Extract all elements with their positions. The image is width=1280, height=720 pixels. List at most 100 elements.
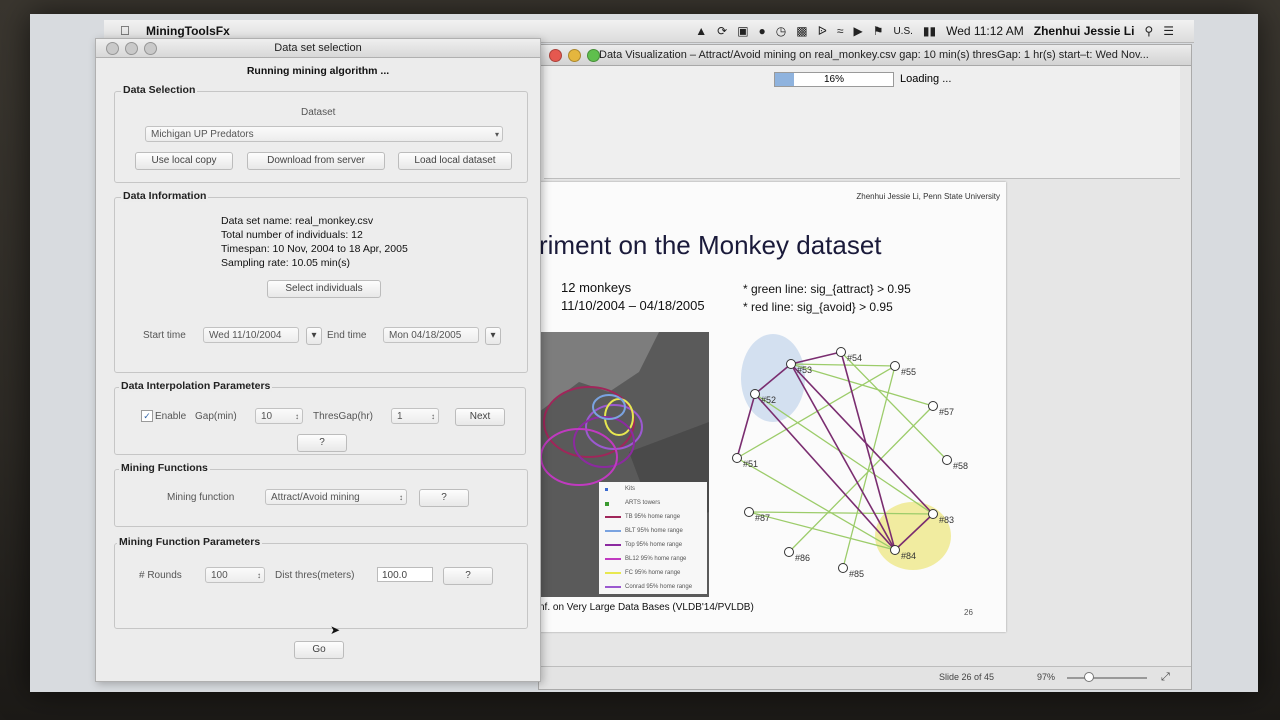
slide-bullet-1: 12 monkeys: [561, 280, 632, 295]
minimize-button[interactable]: [568, 49, 581, 62]
mining-params-help-button[interactable]: ?: [443, 567, 493, 585]
network-node: [838, 563, 848, 573]
network-node-label: #83: [939, 515, 954, 525]
volume-icon[interactable]: ▶: [853, 24, 862, 38]
use-local-copy-button[interactable]: Use local copy: [135, 152, 233, 170]
dataset-select[interactable]: Michigan UP Predators ▾: [145, 126, 503, 142]
status-area: ▲ ⟳ ▣ ● ◷ ▩ ᐉ ≈ ▶ ⚑ U.S. ▮▮ Wed 11:12 AM…: [695, 24, 1174, 38]
user-name[interactable]: Zhenhui Jessie Li: [1034, 24, 1135, 38]
loading-label: Loading ...: [900, 73, 952, 85]
start-time-field[interactable]: Wed 11/10/2004: [203, 327, 299, 343]
interpolation-help-button[interactable]: ?: [297, 434, 347, 452]
input-source-flag-icon[interactable]: ⚑: [873, 24, 884, 38]
chevron-down-icon: ▾: [494, 130, 499, 139]
drive-icon[interactable]: ▲: [695, 24, 707, 38]
load-local-dataset-button[interactable]: Load local dataset: [398, 152, 512, 170]
go-button[interactable]: Go: [294, 641, 344, 659]
network-node-label: #51: [743, 459, 758, 469]
battery-icon[interactable]: ▮▮: [923, 24, 936, 38]
mining-functions-title: Mining Functions: [119, 462, 210, 474]
stepper-icon: ↕: [431, 412, 435, 421]
individuals-count-info: Total number of individuals: 12: [221, 229, 363, 241]
slide-counter: Slide 26 of 45: [939, 672, 995, 682]
network-node: [732, 453, 742, 463]
map-legend: Kits ARTS towers TB 95% home range BLT 9…: [599, 482, 707, 594]
close-button[interactable]: [549, 49, 562, 62]
bluetooth-icon[interactable]: ᐉ: [818, 24, 827, 38]
rounds-label: # Rounds: [139, 570, 182, 581]
visualization-titlebar: Data Visualization – Attract/Avoid minin…: [539, 45, 1191, 66]
legend-arts-towers: ARTS towers: [599, 496, 707, 510]
sync-icon[interactable]: ⟳: [717, 24, 727, 38]
enable-checkbox[interactable]: ✓: [141, 410, 153, 422]
notification-icon[interactable]: ☰: [1163, 24, 1174, 38]
zoom-level[interactable]: 97%: [1037, 672, 1055, 682]
end-time-field[interactable]: Mon 04/18/2005: [383, 327, 479, 343]
start-time-stepper[interactable]: ▾: [306, 327, 322, 345]
mining-function-select[interactable]: Attract/Avoid mining ↕: [265, 489, 407, 505]
dataset-window-title: Data set selection: [274, 42, 362, 54]
stepper-icon: ↕: [257, 571, 261, 580]
network-node-label: #86: [795, 553, 810, 563]
network-node: [890, 545, 900, 555]
zoom-slider[interactable]: [1067, 677, 1147, 679]
clock[interactable]: Wed 11:12 AM: [946, 24, 1024, 38]
interpolation-group: Data Interpolation Parameters ✓ Enable G…: [114, 380, 526, 455]
spotlight-icon[interactable]: ⚲: [1144, 24, 1153, 38]
network-node: [836, 347, 846, 357]
mining-functions-group: Mining Functions Mining function Attract…: [114, 462, 528, 527]
mining-function-help-button[interactable]: ?: [419, 489, 469, 507]
network-node-label: #84: [901, 551, 916, 561]
network-node-label: #53: [797, 365, 812, 375]
thresgap-stepper[interactable]: 1 ↕: [391, 408, 439, 424]
mining-params-title: Mining Function Parameters: [117, 536, 263, 548]
slide-author: Zhenhui Jessie Li, Penn State University: [856, 192, 1000, 201]
dataset-name-info: Data set name: real_monkey.csv: [221, 215, 374, 227]
screen-icon[interactable]: ▩: [796, 24, 807, 38]
running-status: Running mining algorithm ...: [246, 65, 390, 77]
legend-tb: TB 95% home range: [599, 510, 707, 524]
input-source-label[interactable]: U.S.: [893, 26, 912, 37]
network-node: [942, 455, 952, 465]
data-selection-title: Data Selection: [121, 84, 198, 96]
next-button[interactable]: Next: [455, 408, 505, 426]
select-individuals-button[interactable]: Select individuals: [267, 280, 381, 298]
visualization-title: Data Visualization – Attract/Avoid minin…: [599, 49, 1149, 61]
progress-label: 16%: [823, 74, 844, 85]
legend-blt: BLT 95% home range: [599, 524, 707, 538]
slide-note-2: * red line: sig_{avoid} > 0.95: [743, 300, 893, 314]
legend-top: Top 95% home range: [599, 538, 707, 552]
time-machine-icon[interactable]: ◷: [776, 24, 786, 38]
fit-screen-icon[interactable]: ⤢: [1161, 671, 1170, 684]
satellite-map: Kits ARTS towers TB 95% home range BLT 9…: [539, 332, 709, 597]
network-node-label: #87: [755, 513, 770, 523]
app-menu-name[interactable]: MiningToolsFx: [146, 24, 230, 38]
slide-note-1: * green line: sig_{attract} > 0.95: [743, 282, 911, 296]
enable-label: Enable: [155, 411, 187, 422]
start-time-label: Start time: [143, 330, 186, 341]
network-node: [928, 401, 938, 411]
dist-thres-input[interactable]: 100.0: [377, 567, 433, 582]
stepper-icon: ↕: [295, 412, 299, 421]
network-node: [744, 507, 754, 517]
legend-bl12: BL12 95% home range: [599, 552, 707, 566]
evernote-icon[interactable]: ●: [759, 24, 766, 38]
display-icon[interactable]: ▣: [737, 24, 748, 38]
zoom-slider-knob[interactable]: [1084, 672, 1094, 682]
end-time-stepper[interactable]: ▾: [485, 327, 501, 345]
download-from-server-button[interactable]: Download from server: [247, 152, 385, 170]
wifi-icon[interactable]: ≈: [837, 24, 844, 38]
gap-stepper[interactable]: 10 ↕: [255, 408, 303, 424]
gap-label: Gap(min): [195, 411, 237, 422]
network-diagram: #54 #53 #55 #52 #57 #51 #58 #87 #83 #86 #85 #84: [732, 334, 968, 579]
network-node: [784, 547, 794, 557]
slide-footer: nf. on Very Large Data Bases (VLDB'14/PV…: [539, 602, 754, 613]
dataset-titlebar: Data set selection: [96, 39, 540, 58]
network-node-label: #58: [953, 461, 968, 471]
progress-fill: [775, 73, 794, 86]
data-information-group: Data Information Data set name: real_mon…: [114, 190, 528, 373]
network-node: [928, 509, 938, 519]
rounds-stepper[interactable]: 100 ↕: [205, 567, 265, 583]
network-node-label: #57: [939, 407, 954, 417]
apple-icon[interactable]: : [120, 23, 130, 38]
